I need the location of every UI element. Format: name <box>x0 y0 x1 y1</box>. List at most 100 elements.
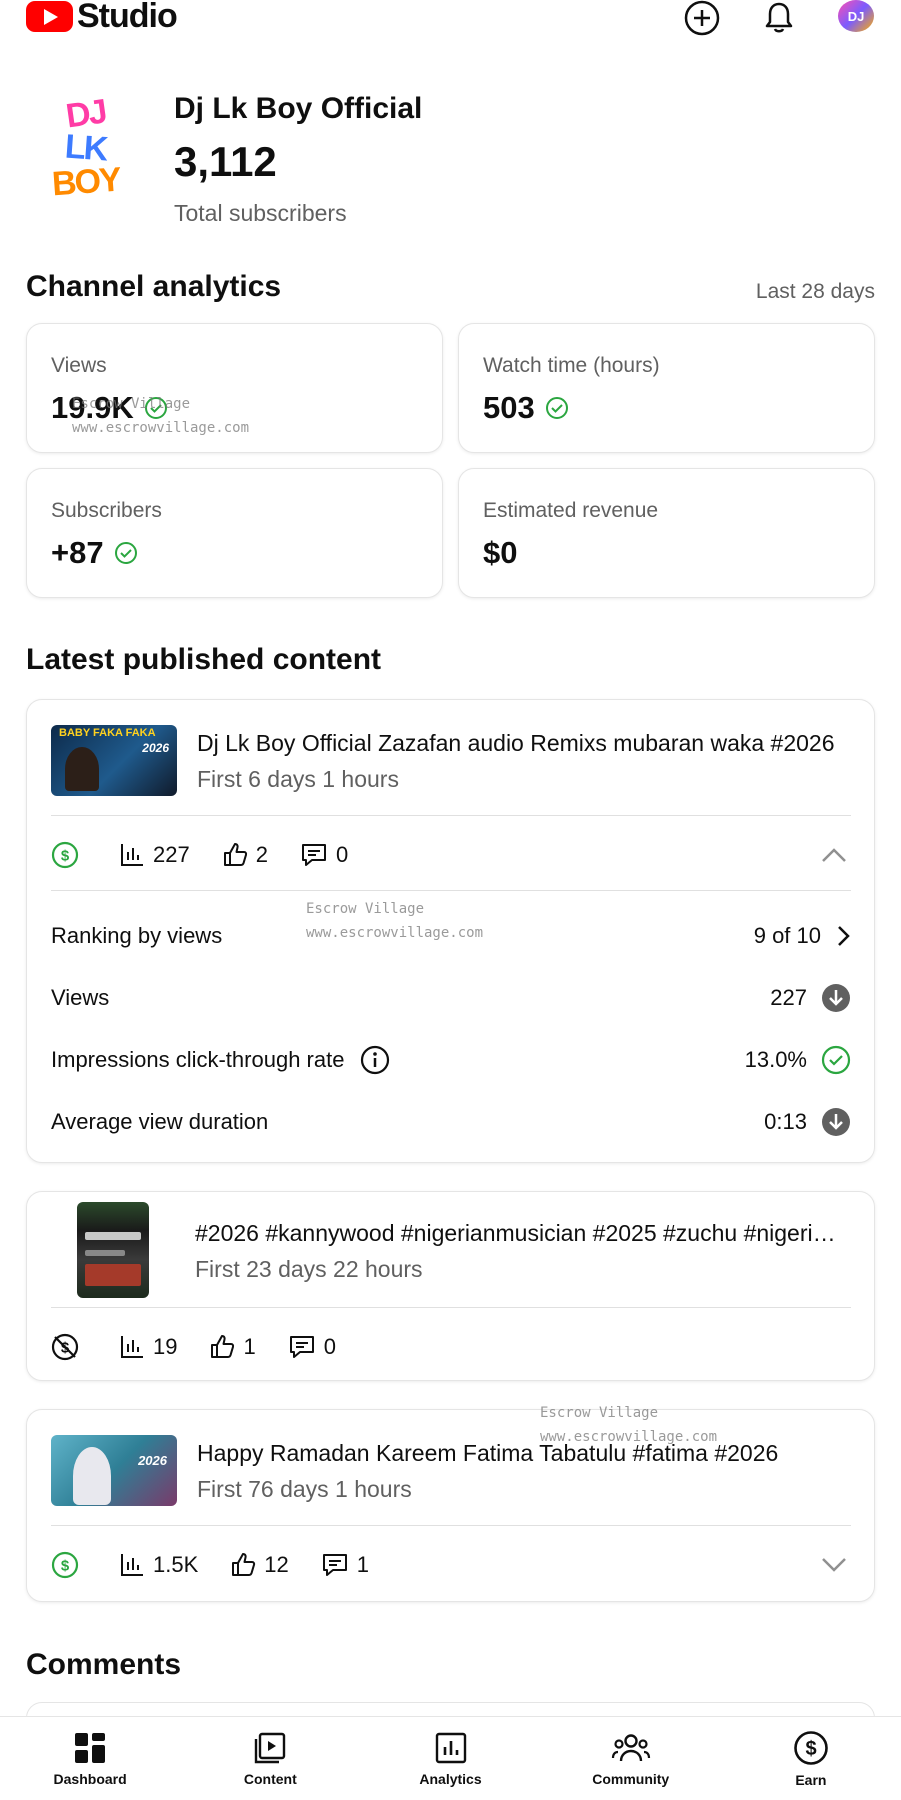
video-age: First 76 days 1 hours <box>197 1476 412 1502</box>
bottom-navigation: Dashboard Content Analytics Community $ … <box>0 1716 901 1800</box>
stat-card-revenue[interactable]: Estimated revenue $0 <box>458 468 875 598</box>
subscriber-label: Total subscribers <box>174 200 347 226</box>
analytics-title: Channel analytics <box>26 270 282 303</box>
likes-count: 12 <box>264 1552 289 1577</box>
nav-label: Content <box>243 1770 297 1787</box>
nav-label: Earn <box>795 1771 827 1788</box>
check-circle-icon <box>821 1045 851 1075</box>
nav-earn[interactable]: $ Earn <box>721 1717 901 1800</box>
collapse-button[interactable] <box>820 841 848 869</box>
ctr-label: Impressions click-through rate <box>51 1047 345 1072</box>
ctr-label-wrap: Impressions click-through rate <box>51 1045 745 1075</box>
views-count: 19 <box>153 1334 178 1359</box>
ctr-value: 13.0% <box>745 1045 851 1075</box>
info-icon[interactable] <box>360 1045 390 1075</box>
svg-text:$: $ <box>61 1558 70 1575</box>
video-metrics: $ 19 1 0 <box>51 1327 368 1367</box>
chevron-down-icon <box>822 1558 846 1572</box>
views-metric: 1.5K <box>119 1552 198 1578</box>
stat-value: $0 <box>483 535 517 571</box>
bar-chart-icon <box>121 1554 143 1576</box>
monetization-status[interactable]: $ <box>51 841 87 869</box>
analytics-range[interactable]: Last 28 days <box>756 280 875 304</box>
thumbnail-figure <box>65 747 99 791</box>
stat-card-watch-time[interactable]: Watch time (hours) 503 <box>458 323 875 453</box>
check-circle-icon <box>545 397 568 419</box>
nav-analytics[interactable]: Analytics <box>360 1717 540 1800</box>
earn-icon: $ <box>794 1730 828 1765</box>
account-avatar-text: DJ <box>847 8 865 24</box>
channel-name: Dj Lk Boy Official <box>174 92 423 125</box>
comments-metric: 0 <box>300 842 348 868</box>
comments-count: 0 <box>323 1334 336 1359</box>
thumbnail-detail <box>85 1250 125 1256</box>
nav-label: Analytics <box>419 1770 482 1787</box>
stat-value-text: 503 <box>483 390 535 425</box>
video-title[interactable]: #2026 #kannywood #nigerianmusician #2025… <box>195 1220 845 1247</box>
subscriber-count: 3,112 <box>174 138 277 185</box>
video-thumbnail[interactable] <box>77 1202 149 1298</box>
divider <box>51 1307 851 1308</box>
youtube-play-icon <box>26 0 73 32</box>
avd-label: Average view duration <box>51 1109 269 1134</box>
stat-card-subscribers[interactable]: Subscribers +87 <box>26 468 443 598</box>
notifications-button[interactable] <box>759 0 799 36</box>
video-title[interactable]: Dj Lk Boy Official Zazafan audio Remixs … <box>197 730 847 757</box>
comment-icon <box>301 844 326 866</box>
thumbnail-badge: 2026 <box>142 741 169 755</box>
stat-value-text: +87 <box>51 535 104 570</box>
monetization-status[interactable]: $ <box>51 1551 87 1579</box>
avatar-line-3: BOY <box>50 160 122 204</box>
content-icon <box>255 1732 286 1763</box>
expand-button[interactable] <box>820 1551 848 1579</box>
comments-count: 0 <box>335 842 349 867</box>
video-thumbnail[interactable]: BABY FAKA FAKA 2026 <box>51 725 177 796</box>
comments-title: Comments <box>26 1648 182 1681</box>
ranking-value: 9 of 10 <box>754 923 851 949</box>
nav-content[interactable]: Content <box>180 1717 360 1800</box>
create-button[interactable] <box>682 0 722 36</box>
watermark-line: Escrow Village <box>540 1405 659 1421</box>
studio-wordmark: Studio <box>77 0 178 35</box>
account-avatar[interactable]: DJ <box>838 0 874 32</box>
watermark-line: Escrow Village <box>72 396 191 412</box>
channel-header: DJ LK BOY Dj Lk Boy Official 3,112 Total… <box>26 88 876 228</box>
chevron-right-icon <box>838 926 850 946</box>
video-title[interactable]: Happy Ramadan Kareem Fatima Tabatulu #fa… <box>197 1440 847 1467</box>
thumbs-up-icon <box>211 1335 235 1358</box>
avd-value-text: 0:13 <box>764 1109 807 1134</box>
comment-icon <box>289 1336 314 1358</box>
dollar-circle-icon: $ <box>51 1551 79 1579</box>
stat-label: Watch time (hours) <box>483 354 660 377</box>
thumbnail-figure <box>73 1447 111 1505</box>
channel-avatar[interactable]: DJ LK BOY <box>26 88 146 208</box>
video-thumbnail[interactable]: 2026 <box>51 1435 177 1506</box>
thumbnail-detail <box>85 1264 141 1286</box>
video-age: First 6 days 1 hours <box>197 766 399 792</box>
stat-label: Views <box>51 354 107 377</box>
latest-content-title: Latest published content <box>26 643 382 676</box>
arrow-down-circle-icon <box>822 1108 850 1136</box>
dollar-circle-icon: $ <box>51 841 79 869</box>
video-card[interactable]: 2026 Happy Ramadan Kareem Fatima Tabatul… <box>26 1409 875 1602</box>
thumbs-up-icon <box>232 1553 256 1576</box>
nav-label: Community <box>592 1770 670 1787</box>
dashboard-icon <box>75 1732 106 1763</box>
likes-metric: 1 <box>209 1334 256 1360</box>
monetization-status[interactable]: $ <box>51 1333 87 1361</box>
ranking-value-text: 9 of 10 <box>753 923 821 948</box>
bar-chart-icon <box>121 1336 143 1358</box>
thumbnail-text: BABY FAKA FAKA <box>59 727 156 739</box>
nav-community[interactable]: Community <box>541 1717 721 1800</box>
svg-text:$: $ <box>805 1738 816 1760</box>
thumbnail-badge: 2026 <box>138 1453 167 1468</box>
youtube-studio-logo[interactable]: Studio <box>26 0 178 35</box>
nav-dashboard[interactable]: Dashboard <box>0 1717 180 1800</box>
likes-count: 2 <box>255 842 268 867</box>
video-metrics: $ 227 2 0 <box>51 835 380 875</box>
avd-row: Average view duration 0:13 <box>51 1102 851 1142</box>
video-card[interactable]: #2026 #kannywood #nigerianmusician #2025… <box>26 1191 875 1381</box>
community-icon <box>611 1733 650 1761</box>
video-age: First 23 days 22 hours <box>195 1256 423 1282</box>
check-circle-icon <box>114 542 137 564</box>
